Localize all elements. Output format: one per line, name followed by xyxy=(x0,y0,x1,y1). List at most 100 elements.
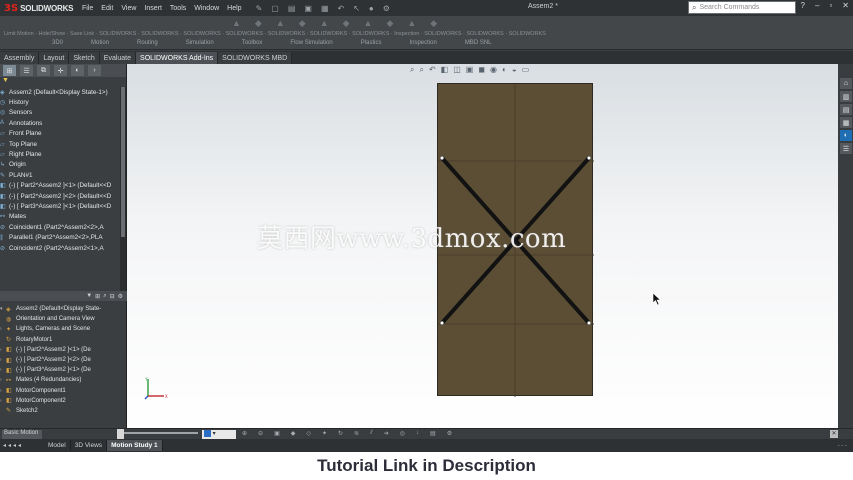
appearances-icon[interactable]: ◐ xyxy=(840,130,852,141)
dynamic-annotation-icon[interactable]: ◫ xyxy=(453,65,461,75)
command-group-inspection[interactable]: Inspection xyxy=(409,40,436,46)
configuration-manager-tab-icon[interactable]: ⧉ xyxy=(37,65,50,76)
tree-item-part2-2[interactable]: ◧ (-) [ Part2^Assem2 ]<2> (Default<<D xyxy=(0,191,120,201)
solidworks-logo[interactable]: 3S SOLIDWORKS xyxy=(0,3,78,14)
motion-tree-item-part3-1[interactable]: › ◧ (-) [ Part3^Assem2 ]<1> (De xyxy=(0,365,127,375)
command-group-3d0[interactable]: 3D0 xyxy=(52,40,63,46)
close-motion-manager-button[interactable]: ✕ xyxy=(830,430,838,438)
tree-view-icon[interactable]: ⊞ xyxy=(95,293,100,300)
command-icon[interactable]: ▲ xyxy=(364,18,373,29)
motor-icon[interactable]: ↻ xyxy=(338,430,343,437)
timeline-slider-track[interactable] xyxy=(120,432,198,434)
options-icon[interactable]: ⚙ xyxy=(118,293,123,300)
command-group-toolbox[interactable]: Toolbox xyxy=(242,40,263,46)
view-orientation-icon[interactable]: ▣ xyxy=(466,65,474,75)
tree-item-origin[interactable]: ↳ Origin xyxy=(0,160,120,170)
tree-item-history[interactable]: ◷ History xyxy=(0,97,120,107)
command-group-mbd-snl[interactable]: MBD SNL xyxy=(465,40,492,46)
menu-window[interactable]: Window xyxy=(194,5,219,12)
playback-mode-select[interactable]: ▾ xyxy=(202,430,236,439)
command-icon[interactable]: ▲ xyxy=(232,18,241,29)
add-key-icon[interactable]: ◇ xyxy=(306,430,311,437)
tree-item-part2-1[interactable]: ◧ (-) [ Part2^Assem2 ]<1> (Default<<D xyxy=(0,181,120,191)
command-icon[interactable]: ◆ xyxy=(430,18,437,29)
zoom-to-fit-icon[interactable]: ⌕ xyxy=(410,65,414,75)
menu-help[interactable]: Help xyxy=(227,5,241,12)
menu-file[interactable]: File xyxy=(82,5,93,12)
motion-tree-root[interactable]: ▾ ◈ Assem2 (Default<Display State- xyxy=(0,304,127,314)
command-group-motion[interactable]: Motion xyxy=(91,40,109,46)
save-icon[interactable]: ▣ xyxy=(304,4,312,13)
tab-navigation-icons[interactable]: ◂◂◂◂ xyxy=(0,442,44,449)
apply-scene-icon[interactable]: ◒ xyxy=(512,65,517,75)
view-settings-icon[interactable]: ▭ xyxy=(522,65,530,75)
options-icon[interactable]: ⚙ xyxy=(383,4,390,13)
tab-motion-study-1[interactable]: Motion Study 1 xyxy=(107,440,163,451)
tree-root[interactable]: ◈ Assem2 (Default<Display State-1>) xyxy=(0,87,120,97)
command-group-simulation[interactable]: Simulation xyxy=(186,40,214,46)
motion-tree-item-part2-2[interactable]: › ◧ (-) [ Part2^Assem2 ]<2> (De xyxy=(0,355,127,365)
display-manager-tab-icon[interactable]: ◐ xyxy=(71,65,84,76)
command-labels[interactable]: Limit Motion · Hide/Show · Save Link · S… xyxy=(4,31,546,37)
tree-item-top-plane[interactable]: ▱ Top Plane xyxy=(0,139,120,149)
zoom-icon[interactable]: ⌕ xyxy=(103,293,106,300)
search-commands-box[interactable]: ⌕ Search Commands xyxy=(688,1,796,14)
zoom-in-timeline-icon[interactable]: ⊕ xyxy=(242,430,247,437)
tab-sketch[interactable]: Sketch xyxy=(69,52,100,64)
select-icon[interactable]: ↖ xyxy=(353,4,360,13)
open-icon[interactable]: ▤ xyxy=(288,4,296,13)
menu-tools[interactable]: Tools xyxy=(170,5,186,12)
expand-panel-icon[interactable]: › xyxy=(88,65,101,76)
tab-model[interactable]: Model xyxy=(44,440,71,451)
tree-item-mates[interactable]: ⚯ Mates xyxy=(0,212,120,222)
display-style-icon[interactable]: ◼ xyxy=(478,65,485,75)
motion-tree-item-camera[interactable]: ◍ Orientation and Camera View xyxy=(0,314,127,324)
motion-tree-item-sketch2[interactable]: ✎ Sketch2 xyxy=(0,406,127,416)
search-input[interactable]: Search Commands xyxy=(699,4,759,11)
custom-properties-icon[interactable]: ☰ xyxy=(840,143,852,154)
scrollbar-thumb[interactable] xyxy=(121,87,125,237)
view-palette-icon[interactable]: ▦ xyxy=(840,117,852,128)
collapse-icon[interactable]: ⊟ xyxy=(110,293,115,300)
command-icon[interactable]: ◆ xyxy=(255,18,262,29)
graphics-viewport[interactable]: ⌕ ⌕ ↶ ◧ ◫ ▣ ◼ ◉ ◐ ◒ ▭ Y X 莫西网www.3dmox.c… xyxy=(127,64,838,430)
calculate-icon[interactable]: ▣ xyxy=(274,430,280,437)
tab-evaluate[interactable]: Evaluate xyxy=(99,52,137,64)
section-view-icon[interactable]: ◧ xyxy=(441,65,449,75)
file-explorer-icon[interactable]: ▤ xyxy=(840,104,852,115)
tree-item-annotations[interactable]: A Annotations xyxy=(0,118,120,128)
timeline-slider-handle[interactable] xyxy=(117,429,124,439)
motion-tree-item-motor-component1[interactable]: › ◧ MotorComponent1 xyxy=(0,386,127,396)
tree-item-parallel1[interactable]: ∥ Parallel1 (Part2^Assem2<2>,PLA xyxy=(0,232,120,242)
animation-wizard-icon[interactable]: ✦ xyxy=(322,430,327,437)
tab-assembly[interactable]: Assembly xyxy=(0,52,40,64)
minimize-button[interactable]: – xyxy=(815,1,819,10)
autokey-icon[interactable]: ◆ xyxy=(291,430,296,437)
tree-item-coincident2[interactable]: ⊘ Coincident2 (Part2^Assem2<1>,A xyxy=(0,243,120,253)
force-icon[interactable]: ➔ xyxy=(384,430,389,437)
properties-icon[interactable]: ⚙ xyxy=(447,430,452,437)
command-icon[interactable]: ▲ xyxy=(320,18,329,29)
tab-layout[interactable]: Layout xyxy=(39,52,70,64)
damper-icon[interactable]: ⫽ xyxy=(370,430,373,437)
dimxpert-tab-icon[interactable]: ✛ xyxy=(54,65,67,76)
print-icon[interactable]: ▦ xyxy=(321,4,329,13)
feature-tree-tab-icon[interactable]: ⊞ xyxy=(3,65,16,76)
solidworks-resources-icon[interactable]: ⌂ xyxy=(840,78,852,89)
command-group-plastics[interactable]: Plastics xyxy=(361,40,382,46)
tree-item-coincident1[interactable]: ⊘ Coincident1 (Part2^Assem2<2>,A xyxy=(0,222,120,232)
property-manager-tab-icon[interactable]: ☰ xyxy=(20,65,33,76)
motion-tree-item-rotary-motor[interactable]: ↻ RotaryMotor1 xyxy=(0,335,127,345)
tree-item-right-plane[interactable]: ▱ Right Plane xyxy=(0,149,120,159)
filter-icon[interactable]: ▼ xyxy=(86,293,92,299)
tree-item-part3-1[interactable]: ◧ (-) [ Part3^Assem2 ]<1> (Default<<D xyxy=(0,201,120,211)
menu-edit[interactable]: Edit xyxy=(101,5,113,12)
design-library-icon[interactable]: ▥ xyxy=(840,91,852,102)
command-icon[interactable]: ▲ xyxy=(407,18,416,29)
pin-icon[interactable]: ✎ xyxy=(256,4,263,13)
command-icon[interactable]: ▲ xyxy=(276,18,285,29)
gravity-icon[interactable]: ↓ xyxy=(416,430,419,437)
spring-icon[interactable]: ≋ xyxy=(354,430,359,437)
close-button[interactable]: ✕ xyxy=(842,1,849,10)
feature-tree-scrollbar[interactable] xyxy=(120,87,126,292)
